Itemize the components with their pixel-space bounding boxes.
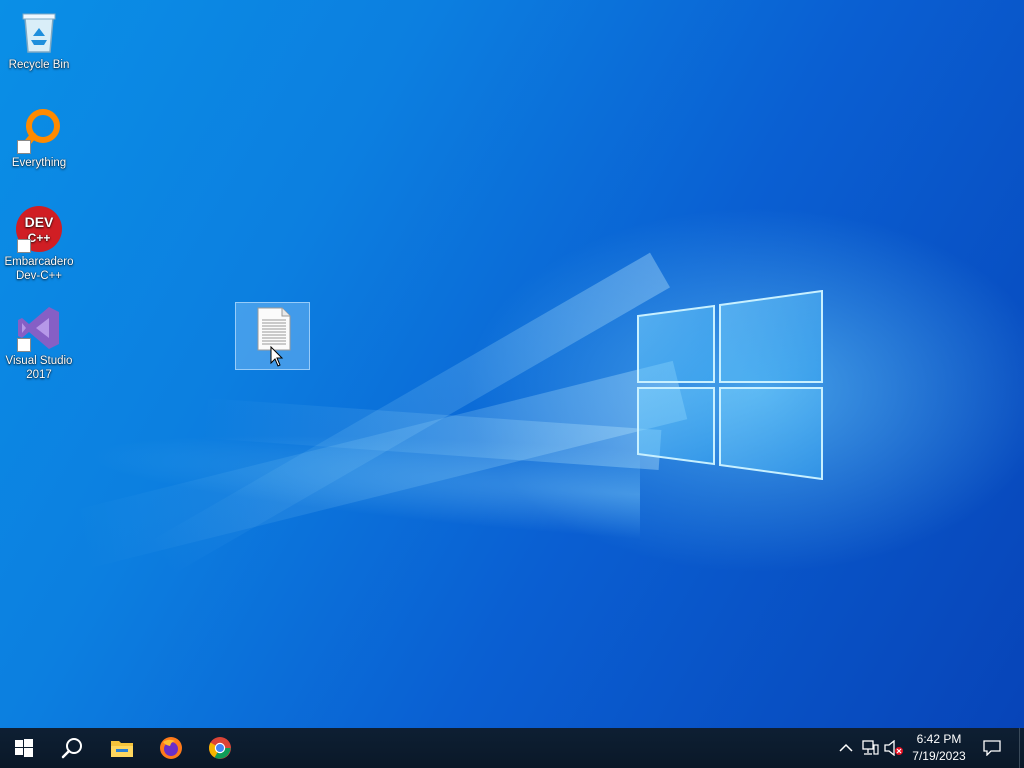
desktop-icon-label: Recycle Bin — [8, 59, 70, 71]
shortcut-arrow-icon — [17, 140, 31, 154]
firefox-button[interactable] — [147, 728, 195, 768]
network-tray-button[interactable] — [860, 738, 880, 758]
desktop-icon-label: Embarcadero Dev-C++ — [4, 256, 74, 282]
dev-cpp-icon-text: C++ — [28, 231, 51, 245]
taskbar: 6:42 PM 7/19/2023 — [0, 728, 1024, 768]
desktop-icon-label: Everything — [11, 157, 67, 169]
dev-cpp-icon: DEV C++ — [15, 205, 63, 253]
clock-date: 7/19/2023 — [912, 749, 966, 763]
desktop-icon-everything[interactable]: Everything — [0, 106, 78, 170]
chrome-button[interactable] — [196, 728, 244, 768]
volume-tray-button[interactable] — [884, 738, 904, 758]
desktop[interactable]: Recycle Bin Everything DEV C++ Embarcade… — [0, 0, 1024, 728]
desktop-icon-label: Visual Studio 2017 — [5, 355, 73, 381]
show-hidden-icons-button[interactable] — [836, 738, 856, 758]
volume-muted-icon — [884, 740, 903, 756]
taskbar-clock[interactable]: 6:42 PM 7/19/2023 — [906, 731, 972, 765]
search-icon — [61, 738, 82, 759]
file-explorer-button[interactable] — [98, 728, 146, 768]
desktop-icon-visual-studio[interactable]: Visual Studio 2017 — [0, 304, 78, 382]
notification-icon — [983, 740, 1001, 756]
wallpaper-windows-logo — [637, 290, 823, 480]
recycle-bin-icon — [15, 8, 63, 56]
mouse-cursor-icon — [270, 346, 284, 367]
action-center-button[interactable] — [982, 738, 1002, 758]
shortcut-arrow-icon — [17, 239, 31, 253]
firefox-icon — [160, 737, 182, 759]
everything-search-icon — [15, 106, 63, 154]
desktop-icon-recycle-bin[interactable]: Recycle Bin — [0, 8, 78, 72]
chrome-icon — [209, 737, 231, 759]
desktop-icon-dev-cpp[interactable]: DEV C++ Embarcadero Dev-C++ — [0, 205, 78, 283]
visual-studio-icon — [15, 304, 63, 352]
network-icon — [862, 740, 879, 755]
windows-logo-icon — [15, 739, 33, 757]
text-document-icon — [257, 307, 291, 351]
folder-icon — [111, 741, 133, 757]
dev-cpp-icon-text: DEV — [25, 214, 54, 230]
chevron-up-icon — [839, 743, 853, 752]
show-desktop-button[interactable] — [1019, 728, 1024, 768]
search-button[interactable] — [48, 728, 96, 768]
shortcut-arrow-icon — [17, 338, 31, 352]
clock-time: 6:42 PM — [916, 732, 962, 746]
start-button[interactable] — [0, 728, 48, 768]
